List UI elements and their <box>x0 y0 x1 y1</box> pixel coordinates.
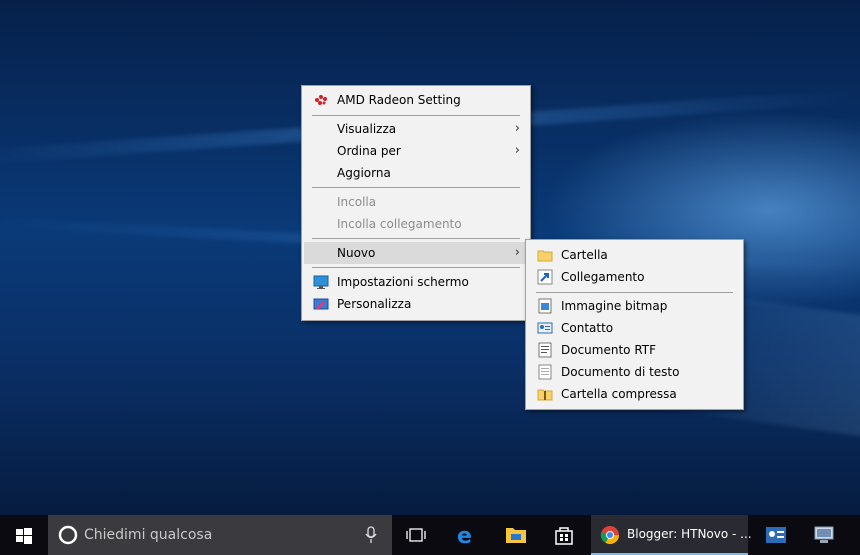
task-view-icon <box>406 528 426 545</box>
menu-item-label: Ordina per <box>337 144 401 158</box>
menu-item-label: Incolla collegamento <box>337 217 462 231</box>
menu-item-label: AMD Radeon Setting <box>337 93 461 107</box>
menu-item-incolla-collegamento[interactable]: Incolla collegamento <box>304 213 528 235</box>
menu-item-label: Cartella compressa <box>561 387 677 401</box>
menu-separator <box>312 238 520 239</box>
menu-item-personalizza[interactable]: Personalizza <box>304 293 528 315</box>
submenu-item-documento-di-testo[interactable]: Documento di testo <box>528 361 741 383</box>
new-item-submenu: Cartella Collegamento Immagine bitmap Co… <box>525 239 744 410</box>
menu-item-ordina-per[interactable]: Ordina per › <box>304 140 528 162</box>
chevron-right-icon: › <box>514 121 520 136</box>
menu-item-label: Cartella <box>561 248 608 262</box>
store-icon <box>554 525 574 548</box>
computer-app-button[interactable] <box>804 515 844 555</box>
chrome-icon <box>600 525 620 548</box>
menu-item-visualizza[interactable]: Visualizza › <box>304 118 528 140</box>
file-explorer-icon <box>505 525 527 548</box>
menu-item-impostazioni-schermo[interactable]: Impostazioni schermo <box>304 271 528 293</box>
submenu-item-contatto[interactable]: Contatto <box>528 317 741 339</box>
menu-item-aggiorna[interactable]: Aggiorna <box>304 162 528 184</box>
menu-separator <box>312 115 520 116</box>
menu-item-label: Documento di testo <box>561 365 680 379</box>
menu-item-label: Visualizza <box>337 122 397 136</box>
menu-item-incolla[interactable]: Incolla <box>304 191 528 213</box>
menu-item-label: Contatto <box>561 321 614 335</box>
menu-separator <box>536 292 733 293</box>
contacts-app-icon <box>765 526 787 547</box>
start-button[interactable] <box>0 515 48 555</box>
menu-separator <box>312 187 520 188</box>
personalize-icon <box>313 296 329 312</box>
task-view-button[interactable] <box>398 515 434 555</box>
submenu-item-immagine-bitmap[interactable]: Immagine bitmap <box>528 295 741 317</box>
menu-item-label: Documento RTF <box>561 343 657 357</box>
menu-item-label: Aggiorna <box>337 166 391 180</box>
amd-radeon-icon <box>313 92 329 108</box>
submenu-item-collegamento[interactable]: Collegamento <box>528 266 741 288</box>
menu-item-label: Immagine bitmap <box>561 299 668 313</box>
submenu-item-cartella[interactable]: Cartella <box>528 244 741 266</box>
rtf-document-icon <box>537 342 553 358</box>
text-document-icon <box>537 364 553 380</box>
menu-item-label: Incolla <box>337 195 377 209</box>
menu-item-label: Impostazioni schermo <box>337 275 469 289</box>
menu-item-amd-radeon[interactable]: AMD Radeon Setting <box>304 89 528 111</box>
bitmap-icon <box>537 298 553 314</box>
menu-item-label: Collegamento <box>561 270 645 284</box>
chevron-right-icon: › <box>514 245 520 260</box>
file-explorer-button[interactable] <box>496 515 536 555</box>
folder-icon <box>537 247 553 263</box>
search-box[interactable]: Chiedimi qualcosa <box>48 515 392 555</box>
chevron-right-icon: › <box>514 143 520 158</box>
edge-button[interactable]: e <box>448 515 488 555</box>
cortana-icon <box>58 525 78 548</box>
shortcut-icon <box>537 269 553 285</box>
computer-app-icon <box>813 525 835 548</box>
menu-item-nuovo[interactable]: Nuovo › <box>304 242 528 264</box>
menu-item-label: Nuovo <box>337 246 376 260</box>
desktop-context-menu: AMD Radeon Setting Visualizza › Ordina p… <box>301 85 531 321</box>
display-settings-icon <box>313 274 329 290</box>
chrome-taskbar-button[interactable]: Blogger: HTNovo - ... <box>591 515 752 555</box>
contact-icon <box>537 320 553 336</box>
microphone-icon[interactable] <box>364 526 378 547</box>
contacts-app-button[interactable] <box>756 515 796 555</box>
menu-separator <box>312 267 520 268</box>
zip-folder-icon <box>537 386 553 402</box>
windows-start-icon <box>16 528 32 547</box>
submenu-item-cartella-compressa[interactable]: Cartella compressa <box>528 383 741 405</box>
chrome-window-title: Blogger: HTNovo - ... <box>627 527 752 541</box>
edge-icon: e <box>457 524 472 549</box>
menu-item-label: Personalizza <box>337 297 412 311</box>
store-button[interactable] <box>544 515 584 555</box>
taskbar: Chiedimi qualcosa e Blogger: HTNovo - ..… <box>0 515 860 555</box>
submenu-item-documento-rtf[interactable]: Documento RTF <box>528 339 741 361</box>
search-placeholder: Chiedimi qualcosa <box>84 527 213 543</box>
